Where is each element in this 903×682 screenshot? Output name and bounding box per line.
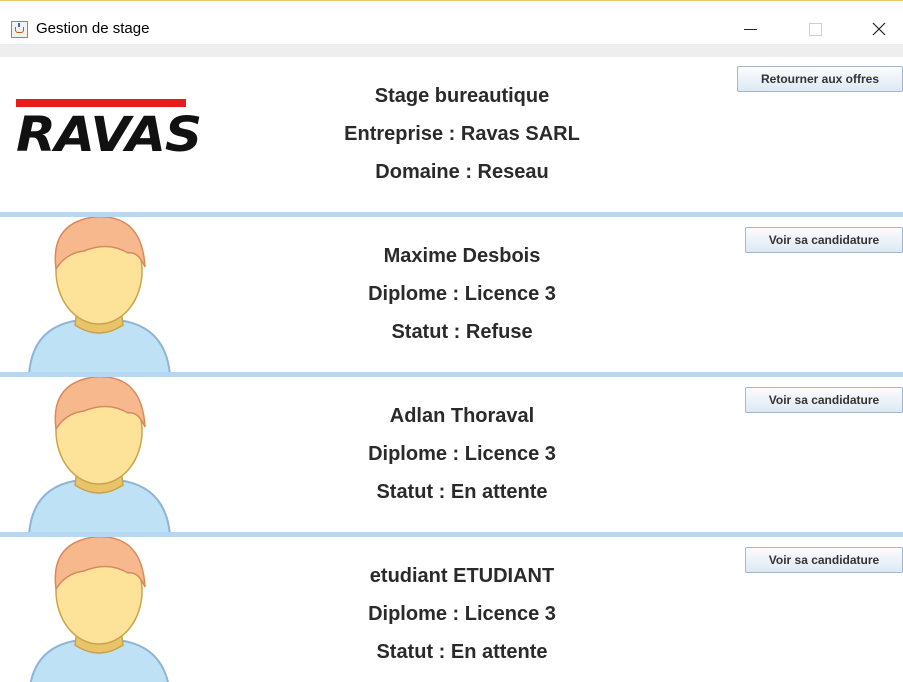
java-cup-icon — [11, 21, 28, 38]
user-avatar-icon — [24, 537, 174, 682]
candidate-panel: etudiant ETUDIANT Diplome : Licence 3 St… — [0, 537, 903, 682]
minimize-icon — [743, 28, 757, 30]
offer-panel: RAVAS Stage bureautique Entreprise : Rav… — [0, 57, 903, 212]
view-application-button[interactable]: Voir sa candidature — [745, 547, 903, 573]
offer-info: Stage bureautique Entreprise : Ravas SAR… — [262, 77, 662, 191]
candidate-name: Maxime Desbois — [383, 245, 541, 267]
candidate-info: Maxime Desbois Diplome : Licence 3 Statu… — [262, 237, 662, 351]
candidate-status: Statut : Refuse — [391, 321, 533, 343]
candidate-name: Adlan Thoraval — [389, 405, 535, 427]
minimize-button[interactable] — [727, 15, 773, 43]
logo-text: RAVAS — [16, 107, 202, 163]
view-application-button[interactable]: Voir sa candidature — [745, 387, 903, 413]
candidate-panel: Maxime Desbois Diplome : Licence 3 Statu… — [0, 217, 903, 372]
view-application-button[interactable]: Voir sa candidature — [745, 227, 903, 253]
candidate-status: Statut : En attente — [376, 481, 548, 503]
candidate-info: Adlan Thoraval Diplome : Licence 3 Statu… — [262, 397, 662, 511]
candidate-diploma: Diplome : Licence 3 — [368, 283, 556, 305]
candidate-status: Statut : En attente — [376, 641, 548, 663]
logo-red-bar — [16, 99, 186, 107]
candidate-info: etudiant ETUDIANT Diplome : Licence 3 St… — [262, 557, 662, 671]
company-logo: RAVAS — [16, 99, 202, 167]
candidate-panel: Adlan Thoraval Diplome : Licence 3 Statu… — [0, 377, 903, 532]
candidate-diploma: Diplome : Licence 3 — [368, 603, 556, 625]
back-to-offers-button[interactable]: Retourner aux offres — [737, 66, 903, 92]
user-avatar-icon — [24, 217, 174, 372]
offer-company: Entreprise : Ravas SARL — [344, 123, 580, 145]
toolbar-strip — [0, 44, 903, 57]
offer-title: Stage bureautique — [374, 85, 550, 107]
offer-domain: Domaine : Reseau — [375, 161, 549, 183]
window-title: Gestion de stage — [36, 20, 150, 37]
close-button[interactable] — [856, 15, 902, 43]
candidate-name: etudiant ETUDIANT — [369, 565, 555, 587]
main-content: RAVAS Stage bureautique Entreprise : Rav… — [0, 57, 903, 682]
maximize-button[interactable] — [792, 15, 838, 43]
maximize-icon — [808, 22, 822, 36]
user-avatar-icon — [24, 377, 174, 532]
window-titlebar: Gestion de stage — [0, 0, 903, 44]
close-icon — [872, 22, 886, 36]
candidate-diploma: Diplome : Licence 3 — [368, 443, 556, 465]
